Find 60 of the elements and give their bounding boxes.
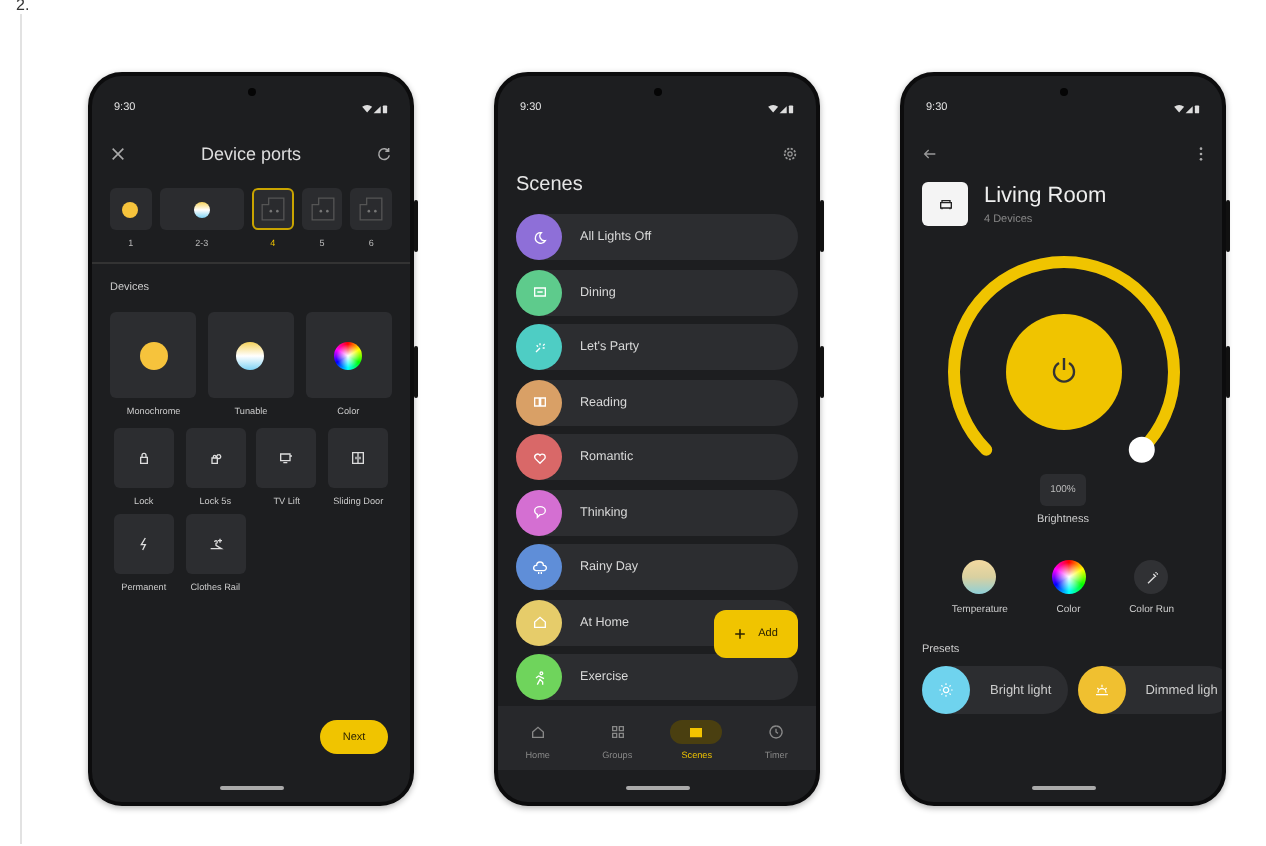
runner-icon	[531, 669, 547, 685]
status-icons-drawing	[768, 103, 794, 113]
close-icon[interactable]	[110, 146, 126, 162]
home-indicator	[1031, 786, 1095, 790]
port-slot[interactable]	[252, 188, 294, 230]
device-tile[interactable]	[110, 312, 197, 398]
sparkle-icon	[531, 339, 547, 355]
port-slot[interactable]	[110, 188, 152, 230]
clock-icon	[768, 724, 785, 740]
home-indicator	[625, 786, 689, 790]
status-icons-drawing	[362, 103, 388, 113]
door-icon	[350, 450, 367, 466]
bolt-icon	[135, 536, 152, 552]
plus-icon	[734, 628, 747, 640]
color-wheel-icon[interactable]	[1051, 560, 1086, 594]
screen-title: Device ports	[200, 144, 302, 164]
slider-knob[interactable]	[1127, 436, 1154, 463]
heart-icon	[531, 449, 547, 465]
bulb-dot-icon	[236, 341, 265, 369]
sofa-icon	[937, 196, 953, 212]
device-tile[interactable]	[328, 428, 389, 488]
device-tile[interactable]	[207, 312, 294, 398]
status-icons-drawing	[1174, 103, 1200, 113]
tv-icon	[278, 450, 295, 466]
bulb-dot-icon	[122, 201, 139, 217]
sun-icon	[938, 682, 954, 698]
port-slot[interactable]	[159, 188, 244, 230]
lock-icon	[135, 450, 152, 466]
moon-icon	[531, 229, 547, 245]
more-icon[interactable]	[1198, 146, 1204, 162]
cloud-icon	[531, 559, 547, 575]
house-icon	[529, 724, 546, 740]
socket-icon	[309, 196, 335, 222]
room-title: Living Room	[984, 183, 1107, 207]
device-tile[interactable]	[256, 428, 317, 488]
device-tile[interactable]	[185, 428, 246, 488]
house-icon	[531, 614, 547, 630]
speech-icon	[531, 504, 547, 520]
socket-icon	[259, 196, 286, 222]
lock5s-icon	[207, 450, 224, 466]
grid-icon	[609, 724, 626, 740]
bulb-dot-icon	[193, 201, 210, 217]
device-tile[interactable]	[113, 428, 174, 488]
color-wheel-icon	[334, 341, 363, 369]
device-tile[interactable]	[185, 514, 246, 574]
device-tile[interactable]	[305, 312, 392, 398]
back-arrow-icon[interactable]	[922, 146, 938, 162]
screen-title: Scenes	[516, 174, 585, 196]
bulb-dot-icon	[139, 341, 168, 369]
tray-icon	[531, 284, 547, 300]
home-indicator	[219, 786, 283, 790]
wand-icon[interactable]	[1134, 560, 1169, 594]
socket-icon	[358, 196, 385, 222]
power-button[interactable]	[1005, 314, 1121, 430]
sunset-icon	[1093, 682, 1110, 698]
temperature-gradient-icon[interactable]	[962, 560, 997, 594]
refresh-icon[interactable]	[376, 146, 392, 162]
book-icon	[531, 394, 547, 410]
device-tile[interactable]	[113, 514, 174, 574]
settings-icon[interactable]	[782, 146, 798, 162]
